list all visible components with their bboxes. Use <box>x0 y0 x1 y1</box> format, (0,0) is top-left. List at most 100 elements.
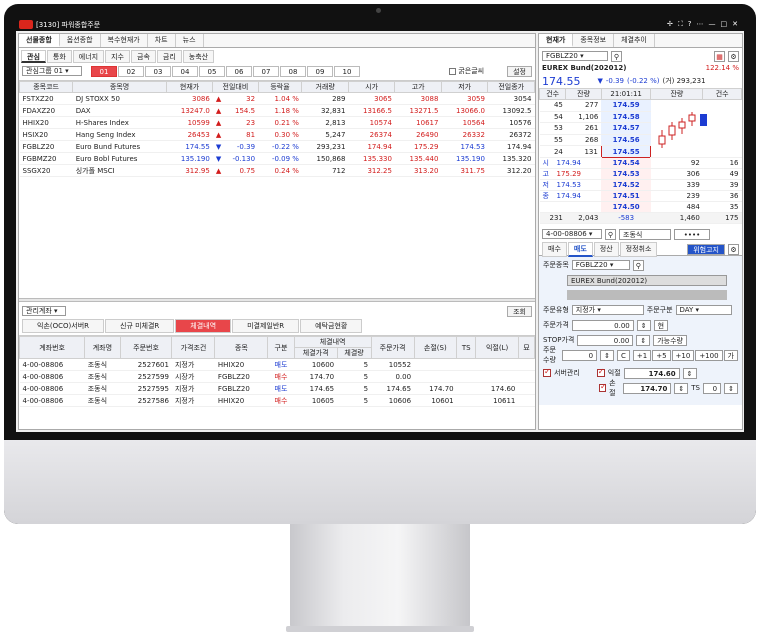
window-control-0[interactable]: ✢ <box>667 20 673 29</box>
tab-order-side-2[interactable]: 정산 <box>593 241 619 257</box>
ask-price[interactable]: 174.56 <box>601 134 651 147</box>
tab-category-2[interactable]: 에너지 <box>72 50 105 63</box>
tab-main-3[interactable]: 차트 <box>148 34 176 47</box>
stop-stepper[interactable]: ⇕ <box>636 334 651 346</box>
bid-row[interactable]: 종 174.94 174.51 239 36 <box>539 190 742 202</box>
order-cond-select[interactable]: DAY ▾ <box>675 305 732 315</box>
fill-col-header[interactable]: 묘 <box>517 336 536 359</box>
fill-col-header[interactable]: 계좌명 <box>84 336 121 359</box>
table-row[interactable]: SSGX20 싱가폴 MSCI 312.95 ▲ 0.75 0.24 % 712 312.25… <box>19 164 535 177</box>
table-row[interactable]: FDAXZ20 DAX 13247.0 ▲ 154.5 1.18 % 32,831 13166… <box>19 104 535 117</box>
bid-price[interactable]: 174.54 <box>601 157 651 169</box>
group-button-1[interactable]: 02 <box>118 65 144 77</box>
query-button[interactable]: 조회 <box>507 305 532 317</box>
available-qty-button[interactable]: 가능수량 <box>653 334 687 346</box>
bid-price[interactable]: 174.51 <box>601 190 651 202</box>
search-icon[interactable]: ⚲ <box>605 228 616 240</box>
table-row[interactable]: 4-00-08806 조동식 2527586 지정가 HHIX20 매수 10605 5 106… <box>19 394 535 407</box>
bid-row[interactable]: 174.50 484 35 <box>539 201 742 213</box>
tab-order-4[interactable]: 예탁금현황 <box>300 319 363 333</box>
stop-loss-input[interactable]: 174.70 <box>622 382 672 394</box>
tab-category-6[interactable]: 농축산 <box>182 50 215 63</box>
tab-category-3[interactable]: 지수 <box>105 50 130 63</box>
watch-col-header[interactable]: 종목명 <box>72 81 167 93</box>
watch-col-header[interactable]: 현재가 <box>165 81 214 93</box>
table-row[interactable]: FGBLZ20 Euro Bund Futures 174.55 ▼ -0.39 -0.2… <box>19 140 535 153</box>
bid-row[interactable]: 시 174.94 174.54 92 16 <box>539 157 742 169</box>
bid-row[interactable]: 저 174.53 174.52 339 39 <box>539 179 742 191</box>
search-icon[interactable]: ⚲ <box>611 50 622 62</box>
window-control-1[interactable]: ⛶ <box>678 20 683 29</box>
qty-add-button[interactable]: 가 <box>723 349 738 361</box>
tab-category-0[interactable]: 관심 <box>21 50 46 63</box>
group-button-9[interactable]: 10 <box>334 65 360 77</box>
fill-col-header[interactable]: TS <box>456 336 477 359</box>
gear-icon[interactable]: ⚙ <box>728 50 739 62</box>
table-row[interactable]: 4-00-08806 조동식 2527595 지정가 FGBLZ20 매도 174.65 5 1… <box>19 382 535 395</box>
bid-price[interactable]: 174.50 <box>601 201 651 213</box>
group-button-5[interactable]: 06 <box>226 65 252 77</box>
tab-order-3[interactable]: 미결제일반R <box>232 319 300 333</box>
qty-add-button[interactable]: +10 <box>671 349 695 361</box>
tab-category-4[interactable]: 금속 <box>131 50 156 63</box>
window-control-5[interactable]: □ <box>721 20 728 29</box>
fill-col-header[interactable]: 구분 <box>267 336 295 359</box>
fill-col-header[interactable]: 손절(S) <box>413 336 458 359</box>
ts-input[interactable]: 0 <box>703 382 722 394</box>
stop-price-input[interactable]: 0.00 <box>577 334 634 346</box>
window-control-2[interactable]: ? <box>688 20 692 29</box>
tab-quote-1[interactable]: 종목정보 <box>573 34 615 47</box>
watch-col-header[interactable]: 저가 <box>440 81 489 93</box>
table-row[interactable]: FGBMZ20 Euro Bobl Futures 135.190 ▼ -0.130 -0… <box>19 152 535 165</box>
bid-price[interactable]: 174.52 <box>601 179 651 191</box>
tab-category-1[interactable]: 통화 <box>46 50 72 63</box>
group-button-4[interactable]: 05 <box>199 65 225 77</box>
qty-clear-button[interactable]: C <box>616 349 630 361</box>
group-button-3[interactable]: 04 <box>172 65 198 77</box>
tab-order-side-1[interactable]: 매도 <box>567 241 593 257</box>
checkbox-icon[interactable] <box>449 67 457 75</box>
stop-loss-checkbox[interactable] <box>599 382 607 392</box>
group-button-6[interactable]: 07 <box>253 65 279 77</box>
tp-stepper[interactable]: ⇕ <box>682 367 697 379</box>
ask-row[interactable]: 45 277 174.59 <box>539 99 742 158</box>
fill-col-header[interactable]: 종목 <box>214 336 269 359</box>
risk-notice-button[interactable]: 위험고지 <box>687 243 725 255</box>
tab-main-1[interactable]: 옵션종합 <box>60 34 101 47</box>
table-row[interactable]: 4-00-08806 조동식 2527599 시장가 FGBLZ20 매수 174.70 5 0… <box>19 370 535 383</box>
order-price-input[interactable]: 0.00 <box>571 319 634 331</box>
tab-quote-2[interactable]: 체결추이 <box>614 34 655 47</box>
group-button-0[interactable]: 01 <box>91 65 117 77</box>
fill-col-header[interactable]: 주문가격 <box>370 336 415 359</box>
server-mgmt-checkbox[interactable] <box>543 367 551 377</box>
watch-col-header[interactable]: 전일대비 <box>212 81 259 93</box>
gear-icon[interactable]: ⚙ <box>728 243 739 255</box>
order-account-select[interactable]: 4-00-08806 ▾ <box>542 229 602 239</box>
watch-col-header[interactable]: 등락율 <box>257 81 303 93</box>
tab-main-4[interactable]: 뉴스 <box>176 34 204 47</box>
tab-order-side-3[interactable]: 정정취소 <box>619 241 658 257</box>
watch-col-header[interactable]: 종목코드 <box>19 81 74 93</box>
table-row[interactable]: HSIX20 Hang Seng Index 26453 ▲ 81 0.30 % 5,247… <box>19 128 535 141</box>
table-row[interactable]: FSTXZ20 DJ STOXX 50 3086 ▲ 32 1.04 % 289 3065 30… <box>19 92 535 105</box>
search-icon[interactable]: ⚲ <box>632 259 644 271</box>
bid-row[interactable]: 고 175.29 174.53 306 49 <box>539 168 742 180</box>
ts-stepper[interactable]: ⇕ <box>724 382 739 394</box>
fill-col-header[interactable]: 주문번호 <box>119 336 173 359</box>
current-price-button[interactable]: 현 <box>653 319 669 331</box>
window-control-4[interactable]: — <box>709 20 716 29</box>
price-stepper[interactable]: ⇕ <box>636 319 651 331</box>
watch-col-header[interactable]: 고가 <box>394 81 442 93</box>
tab-order-0[interactable]: 익손(OCO)서버R <box>22 319 104 333</box>
tab-quote-0[interactable]: 현재가 <box>539 34 574 47</box>
take-profit-input[interactable]: 174.60 <box>623 367 680 379</box>
group-select[interactable]: 관심그룹 01 ▾ <box>22 66 82 76</box>
qty-stepper[interactable]: ⇕ <box>600 349 614 361</box>
table-row[interactable]: HHIX20 H-Shares Index 10599 ▲ 23 0.21 % 2,813 1… <box>19 116 535 129</box>
watch-col-header[interactable]: 전일종가 <box>487 81 535 93</box>
window-control-6[interactable]: ✕ <box>732 20 738 29</box>
fill-col-header[interactable]: 계좌번호 <box>18 336 86 359</box>
ask-price[interactable]: 174.59 <box>601 99 651 112</box>
tab-main-2[interactable]: 복수현재가 <box>101 34 148 47</box>
qty-add-button[interactable]: +5 <box>652 349 671 361</box>
